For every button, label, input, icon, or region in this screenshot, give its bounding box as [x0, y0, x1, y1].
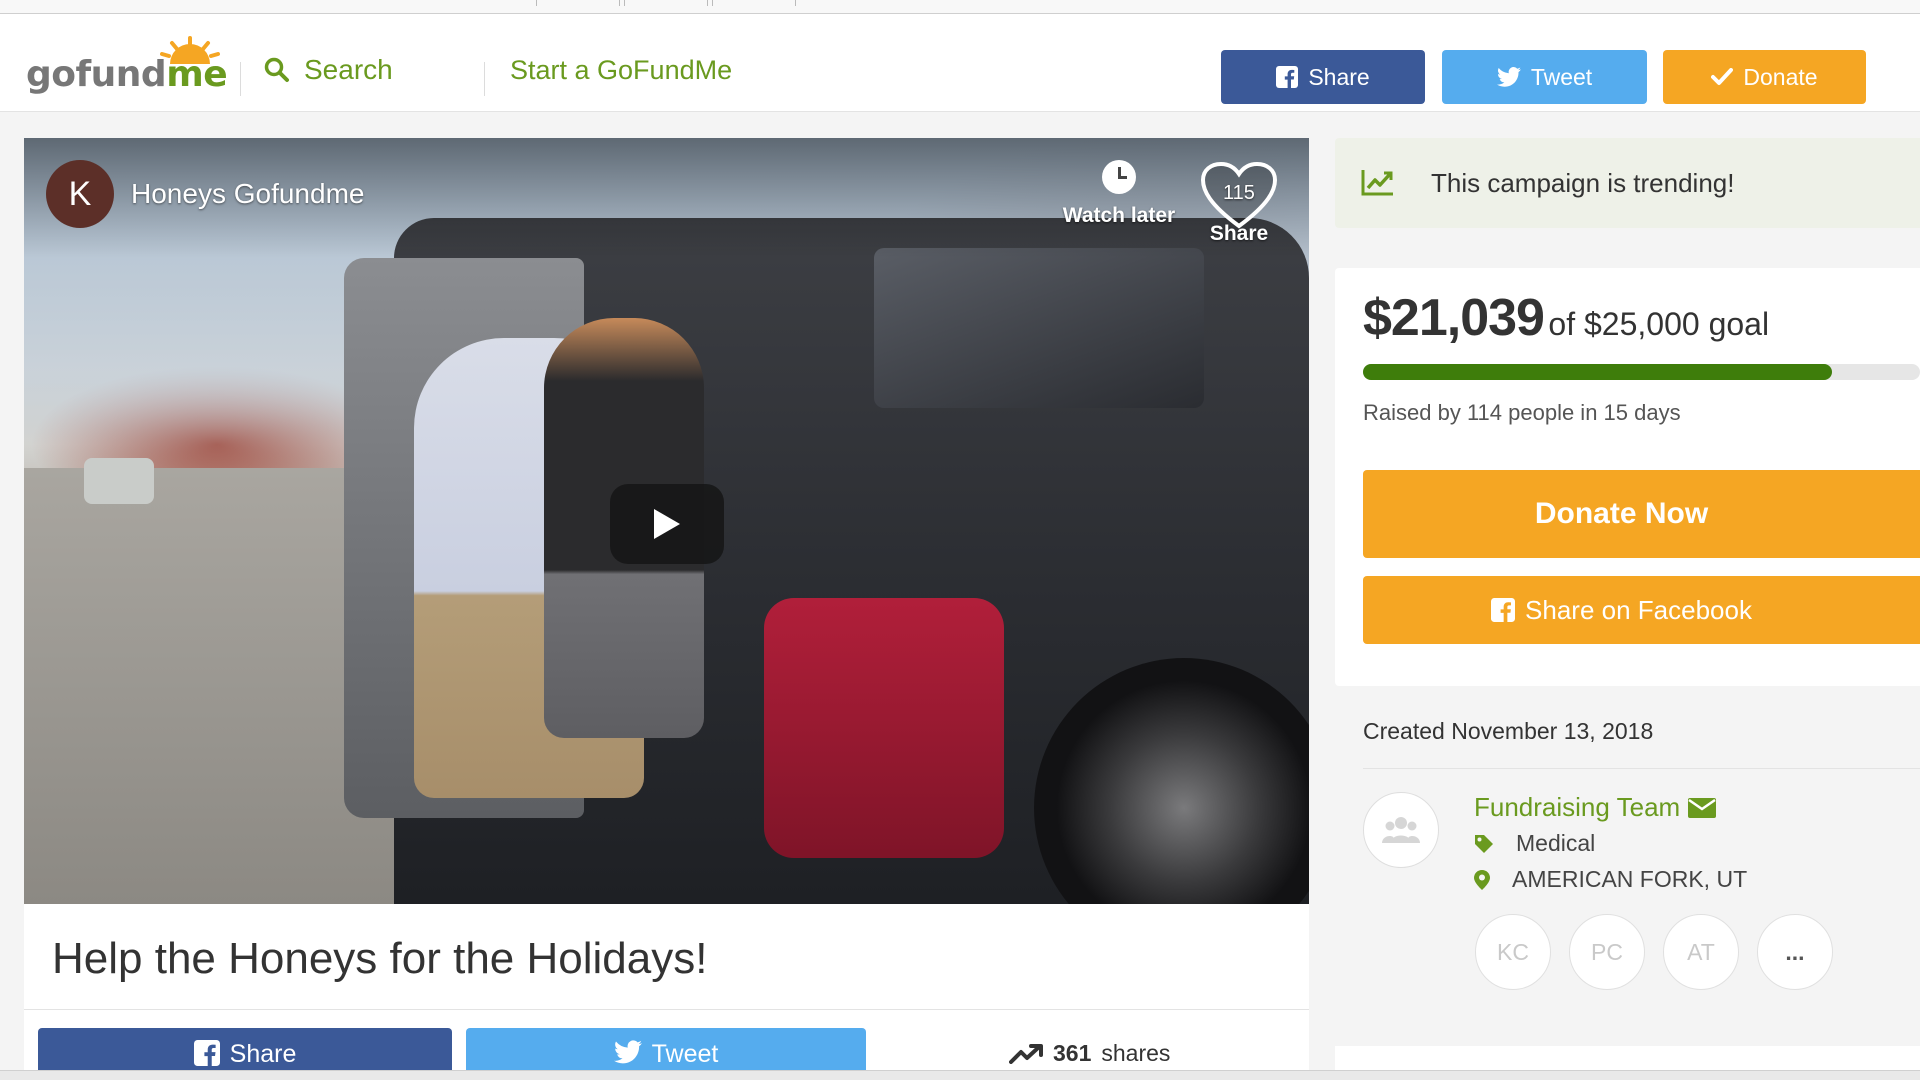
donate-now-button[interactable]: Donate Now — [1363, 470, 1920, 558]
trending-text: This campaign is trending! — [1431, 168, 1735, 198]
logo-text-me: me — [166, 54, 228, 95]
search-link[interactable]: Search — [264, 50, 393, 90]
video-scene-backpack — [764, 598, 1004, 858]
location-row: AMERICAN FORK, UT — [1474, 866, 1747, 893]
team-avatar[interactable] — [1363, 792, 1439, 868]
campaign-share-label: Share — [229, 1040, 297, 1068]
header-tweet-label: Tweet — [1530, 63, 1593, 90]
clock-icon — [1102, 160, 1136, 194]
play-icon — [654, 509, 680, 539]
share-on-facebook-label: Share on Facebook — [1525, 594, 1752, 625]
category-row: Medical — [1474, 830, 1595, 857]
campaign-share-row: Share Tweet 361 shares — [24, 1010, 1309, 1080]
campaign-video[interactable]: K Honeys Gofundme Watch later 115 Share — [24, 138, 1309, 904]
campaign-title-card: Help the Honeys for the Holidays! — [24, 904, 1309, 1010]
campaign-tweet-label: Tweet — [651, 1040, 719, 1068]
donate-now-label: Donate Now — [1534, 497, 1709, 530]
shares-number: 361 — [1053, 1040, 1092, 1066]
header-divider — [484, 62, 485, 96]
raised-amount: $21,039 — [1363, 289, 1545, 347]
share-on-facebook-button[interactable]: Share on Facebook — [1363, 576, 1920, 644]
share-count: 361 shares — [1009, 1040, 1170, 1067]
header-share-label: Share — [1308, 63, 1370, 90]
created-date: Created November 13, 2018 — [1363, 718, 1654, 744]
progress-bar-fill — [1363, 364, 1832, 380]
team-members-list: KC PC AT ... — [1475, 914, 1833, 990]
watch-later-label: Watch later — [1062, 204, 1176, 227]
location-label: AMERICAN FORK, UT — [1512, 866, 1748, 892]
facebook-icon — [1276, 66, 1299, 88]
facebook-icon — [1491, 598, 1516, 622]
header-divider — [240, 62, 241, 96]
category-label[interactable]: Medical — [1516, 830, 1595, 857]
start-label: Start a GoFundMe — [510, 54, 733, 85]
team-member-avatar[interactable]: AT — [1663, 914, 1739, 990]
trending-chart-icon — [1361, 170, 1393, 196]
trend-arrow-icon — [1009, 1043, 1043, 1064]
browser-tab-strip — [0, 0, 1920, 14]
more-team-members-button[interactable]: ... — [1757, 914, 1833, 990]
video-share-button[interactable]: 115 Share — [1194, 160, 1284, 246]
team-member-avatar[interactable]: KC — [1475, 914, 1551, 990]
raised-by-text: Raised by 114 people in 15 days — [1363, 400, 1681, 425]
twitter-icon — [1496, 67, 1521, 87]
browser-bottom-edge — [0, 1070, 1920, 1080]
people-icon — [1382, 817, 1420, 843]
team-member-avatar[interactable]: PC — [1569, 914, 1645, 990]
video-channel-name[interactable]: Honeys Gofundme — [131, 178, 364, 210]
campaign-title: Help the Honeys for the Holidays! — [52, 934, 708, 983]
map-pin-icon — [1474, 869, 1490, 890]
start-gofundme-link[interactable]: Start a GoFundMe — [510, 50, 732, 90]
team-name-label: Fundraising Team — [1474, 792, 1681, 822]
facebook-icon — [193, 1040, 220, 1066]
campaign-info: Created November 13, 2018 Fundraising Te… — [1335, 700, 1920, 1040]
watch-later-button[interactable]: Watch later — [1054, 160, 1184, 228]
logo-wordmark: gofundme — [26, 54, 228, 95]
goal-text: of $25,000 goal — [1548, 306, 1770, 342]
trending-banner: This campaign is trending! — [1335, 138, 1920, 228]
search-label: Search — [304, 54, 393, 85]
video-scene-car — [84, 458, 154, 504]
twitter-icon — [613, 1040, 642, 1064]
channel-initial: K — [68, 174, 92, 213]
header-tweet-button[interactable]: Tweet — [1442, 50, 1647, 104]
info-divider — [1363, 768, 1920, 769]
envelope-icon[interactable] — [1688, 797, 1717, 818]
gofundme-logo[interactable]: gofundme — [26, 36, 228, 96]
video-share-count: 115 — [1223, 182, 1255, 204]
donation-progress-card: $21,039 of $25,000 goal Raised by 114 pe… — [1335, 268, 1920, 686]
check-icon — [1711, 68, 1734, 85]
header-donate-button[interactable]: Donate — [1663, 50, 1866, 104]
channel-avatar[interactable]: K — [46, 160, 114, 228]
raised-summary: $21,039 of $25,000 goal — [1363, 288, 1769, 348]
site-header: gofundme Search Start a GoFundMe Share T… — [0, 14, 1920, 112]
shares-suffix: shares — [1101, 1040, 1171, 1066]
progress-bar — [1363, 364, 1920, 380]
play-button[interactable] — [610, 484, 724, 564]
header-donate-label: Donate — [1743, 63, 1818, 90]
search-icon — [264, 57, 289, 82]
fundraising-team-link[interactable]: Fundraising Team — [1474, 792, 1717, 823]
tag-icon — [1475, 834, 1493, 853]
logo-text-gofund: gofund — [26, 54, 167, 95]
header-share-button[interactable]: Share — [1221, 50, 1425, 104]
